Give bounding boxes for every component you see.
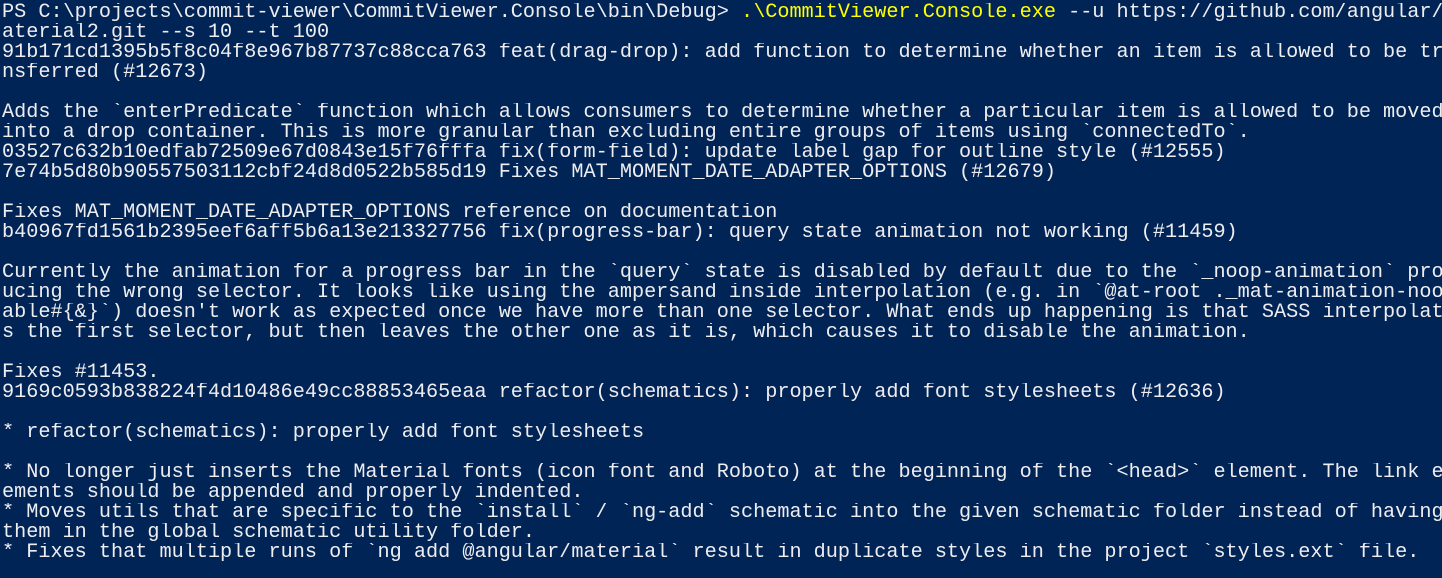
output-line: Currently the animation for a progress b… xyxy=(2,263,1442,283)
command-output: 91b171cd1395b5f8c04f8e967b87737c88cca763… xyxy=(2,43,1442,563)
output-line: 03527c632b10edfab72509e67d0843e15f76fffa… xyxy=(2,143,1226,163)
output-line: * Moves utils that are specific to the `… xyxy=(2,503,1442,523)
terminal-console[interactable]: PS C:\projects\commit-viewer\CommitViewe… xyxy=(0,0,1442,578)
command-line: PS C:\projects\commit-viewer\CommitViewe… xyxy=(2,3,1442,23)
output-line: them in the global schematic utility fol… xyxy=(2,523,536,543)
output-line: * refactor(schematics): properly add fon… xyxy=(2,423,645,443)
output-line: * Fixes that multiple runs of `ng add @a… xyxy=(2,543,1420,563)
command-line-wrap: aterial2.git --s 10 --t 100 xyxy=(2,23,330,43)
output-line: able#{&}`) doesn't work as expected once… xyxy=(2,303,1442,323)
output-line: ements should be appended and properly i… xyxy=(2,483,584,503)
prompt-path: PS C:\projects\commit-viewer\CommitViewe… xyxy=(2,3,741,23)
output-line: s the first selector, but then leaves th… xyxy=(2,323,1250,343)
output-line: * No longer just inserts the Material fo… xyxy=(2,463,1442,483)
output-line: into a drop container. This is more gran… xyxy=(2,123,1250,143)
output-line: 7e74b5d80b90557503112cbf24d8d0522b585d19… xyxy=(2,163,1056,183)
output-line: Adds the `enterPredicate` function which… xyxy=(2,103,1442,123)
output-line: 91b171cd1395b5f8c04f8e967b87737c88cca763… xyxy=(2,43,1442,63)
output-line: Fixes #11453. xyxy=(2,363,160,383)
command-args: --u https://github.com/angular/m xyxy=(1055,3,1442,23)
output-line: 9169c0593b838224f4d10486e49cc88853465eaa… xyxy=(2,383,1226,403)
output-line: nsferred (#12673) xyxy=(2,63,208,83)
command-executable: .\CommitViewer.Console.exe xyxy=(740,3,1056,23)
output-line: b40967fd1561b2395eef6aff5b6a13e213327756… xyxy=(2,223,1238,243)
output-line: ucing the wrong selector. It looks like … xyxy=(2,283,1442,303)
output-line: Fixes MAT_MOMENT_DATE_ADAPTER_OPTIONS re… xyxy=(2,203,778,223)
